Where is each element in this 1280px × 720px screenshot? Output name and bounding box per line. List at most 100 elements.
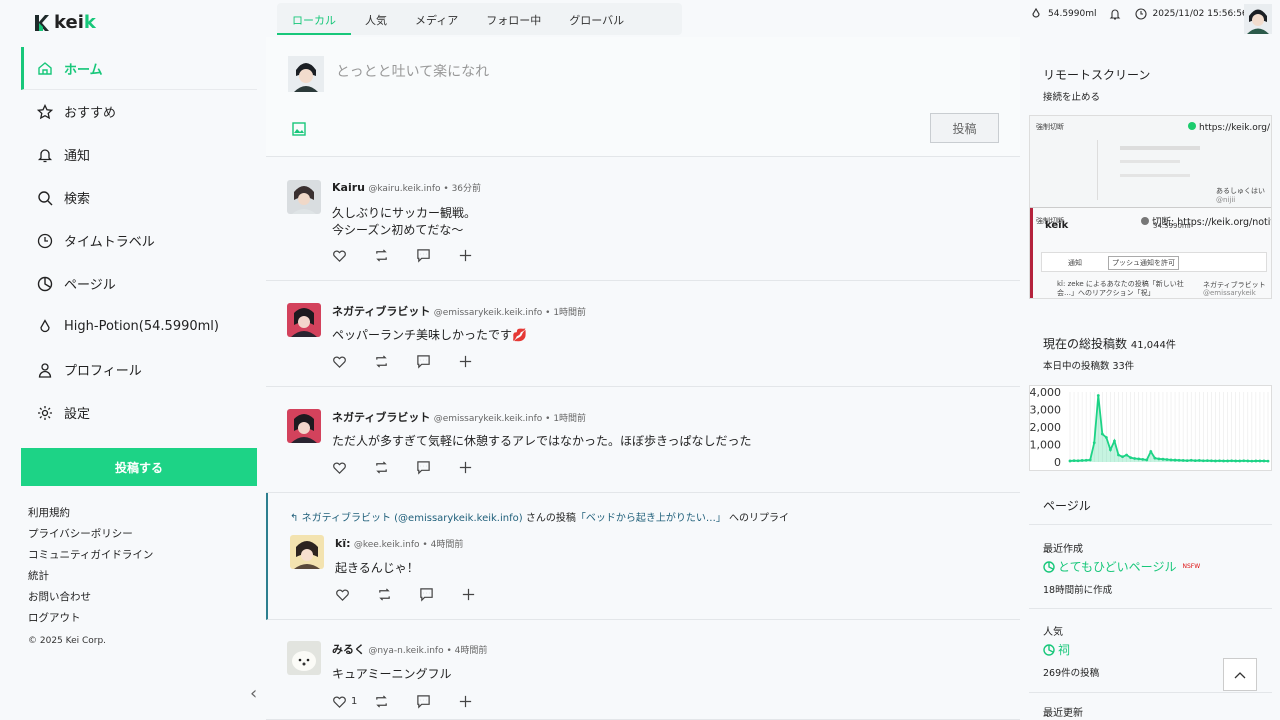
y-tick-label: 4,000 (1030, 386, 1061, 399)
post-actions (332, 247, 500, 263)
tab-3[interactable]: フォロー中 (472, 3, 555, 35)
post-time[interactable]: 1時間前 (553, 308, 586, 318)
react-button[interactable] (458, 693, 500, 709)
avatar[interactable] (290, 535, 324, 569)
post-time[interactable]: 4時間前 (431, 540, 464, 550)
avatar[interactable] (287, 180, 321, 214)
popular-pagel-link[interactable]: 祠 (1043, 641, 1070, 658)
compose-input[interactable]: とっとと吐いて楽になれ (336, 61, 489, 81)
user-avatar[interactable] (1244, 4, 1272, 34)
post-time[interactable]: 36分前 (452, 184, 481, 194)
repost-button[interactable] (374, 353, 416, 369)
footer-link[interactable]: お問い合わせ (28, 587, 153, 608)
react-button[interactable] (458, 353, 500, 369)
tab-2[interactable]: メディア (401, 3, 472, 35)
repost-button[interactable] (377, 586, 419, 602)
timeline-tabs: ローカル 人気 メディア フォロー中 グローバル (277, 3, 682, 35)
bell-icon[interactable] (1109, 8, 1121, 20)
submit-button[interactable]: 投稿 (930, 113, 999, 143)
timeline-post[interactable]: ネガティブラビット @emissarykeik.keik.info • 1時間前… (266, 281, 1020, 387)
reply-note: ↰ ネガティブラビット (@emissarykeik.keik.info) さん… (290, 513, 790, 524)
reply-button[interactable] (416, 459, 458, 475)
mini-user-name: あるしゅくはい (1216, 187, 1265, 195)
repost-button[interactable] (374, 693, 416, 709)
remote-screen-preview[interactable]: 強制切断 https://keik.org/ あるしゅくはい @nijii 強制… (1029, 115, 1272, 299)
data-point (1072, 459, 1076, 462)
drop-icon (40, 318, 50, 332)
reply-button[interactable] (416, 247, 458, 263)
tab-1[interactable]: 人気 (351, 3, 401, 35)
timeline-post[interactable]: ネガティブラビット @emissarykeik.keik.info • 1時間前… (266, 387, 1020, 493)
scroll-top-button[interactable] (1223, 658, 1257, 691)
avatar[interactable] (287, 303, 321, 337)
repost-button[interactable] (374, 247, 416, 263)
data-point (1262, 459, 1266, 463)
nav-item-pagel[interactable]: ページル (21, 262, 257, 305)
nav-item-search[interactable]: 検索 (21, 176, 257, 219)
nav-item-user[interactable]: プロフィール (21, 348, 257, 391)
reply-user-link[interactable]: ネガティブラビット (@emissarykeik.keik.info) (302, 513, 523, 524)
timeline-post[interactable]: Kairu @kairu.keik.info • 36分前 久しぶりにサッカー観戦… (266, 157, 1020, 281)
post-time[interactable]: 4時間前 (455, 646, 488, 656)
repost-button[interactable] (374, 459, 416, 475)
data-point (1205, 459, 1209, 462)
post-time[interactable]: 1時間前 (553, 414, 586, 424)
post-meta: ネガティブラビット @emissarykeik.keik.info • 1時間前 (332, 305, 587, 318)
footer-link[interactable]: コミュニティガイドライン (28, 545, 153, 566)
nav-item-clock[interactable]: タイムトラベル (21, 219, 257, 262)
like-button[interactable] (332, 247, 374, 263)
reply-icon (420, 587, 433, 602)
reply-button[interactable] (416, 693, 458, 709)
repost-icon (376, 354, 387, 368)
author-name[interactable]: ネガティブラビット (332, 411, 430, 424)
author-name[interactable]: Kairu (332, 181, 365, 194)
react-button[interactable] (458, 459, 500, 475)
reply-quote-link[interactable]: 「ベッドから起き上がりたい…」 (576, 513, 726, 524)
like-button[interactable] (335, 586, 377, 602)
footer-link[interactable]: プライバシーポリシー (28, 524, 153, 545)
timeline-post[interactable]: ↰ ネガティブラビット (@emissarykeik.keik.info) さん… (266, 493, 1020, 620)
mini-sidebar (1038, 140, 1098, 200)
tab-0[interactable]: ローカル (277, 3, 351, 35)
react-button[interactable] (458, 247, 500, 263)
footer-link[interactable]: 統計 (28, 566, 153, 587)
collapse-sidebar-icon[interactable]: ‹ (250, 683, 257, 704)
like-button[interactable] (332, 459, 374, 475)
recent-label: 最近作成 (1043, 544, 1083, 555)
tab-4[interactable]: グローバル (555, 3, 638, 35)
reply-button[interactable] (419, 586, 461, 602)
avatar[interactable] (287, 409, 321, 443)
image-icon[interactable] (292, 122, 306, 136)
nav-item-home[interactable]: ホーム (21, 47, 257, 90)
footer-link[interactable]: 利用規約 (28, 503, 153, 524)
post-text-line: ペッパーランチ美味しかったです💋 (332, 328, 527, 342)
data-point (1254, 459, 1258, 463)
timeline-post[interactable]: みるく @nya-n.keik.info • 4時間前 キュアミーニングフル 1 (266, 620, 1020, 720)
reply-button[interactable] (416, 353, 458, 369)
like-button[interactable]: 1 (332, 693, 374, 709)
author-name[interactable]: kï: (335, 537, 351, 550)
data-point (1104, 436, 1108, 439)
react-button[interactable] (461, 586, 503, 602)
data-point (1185, 459, 1189, 462)
avatar[interactable] (287, 641, 321, 675)
sidebar-nav: ホーム おすすめ 通知 検索 タイムトラベル ページル High-Potion(54.599… (21, 47, 257, 434)
footer-link[interactable]: ログアウト (28, 608, 153, 629)
compose-post-button[interactable]: 投稿する (21, 448, 257, 486)
user-icon (38, 362, 52, 378)
data-point (1068, 459, 1072, 463)
disconnect-link[interactable]: 接続を止める (1043, 89, 1100, 103)
app-logo[interactable]: keik (34, 12, 96, 33)
nav-item-bell[interactable]: 通知 (21, 133, 257, 176)
data-point (1246, 459, 1250, 463)
nav-item-gear[interactable]: 設定 (21, 391, 257, 434)
data-point (1210, 459, 1213, 463)
like-button[interactable] (332, 353, 374, 369)
nav-item-drop[interactable]: High-Potion(54.5990ml) (21, 305, 257, 348)
recent-pagel-link[interactable]: とてもひどいページル NSFW (1043, 558, 1200, 575)
clock-icon (37, 233, 53, 248)
nav-item-star[interactable]: おすすめ (21, 90, 257, 133)
connection-dot (1141, 217, 1149, 225)
author-name[interactable]: ネガティブラビット (332, 305, 430, 318)
author-name[interactable]: みるく (332, 643, 365, 656)
